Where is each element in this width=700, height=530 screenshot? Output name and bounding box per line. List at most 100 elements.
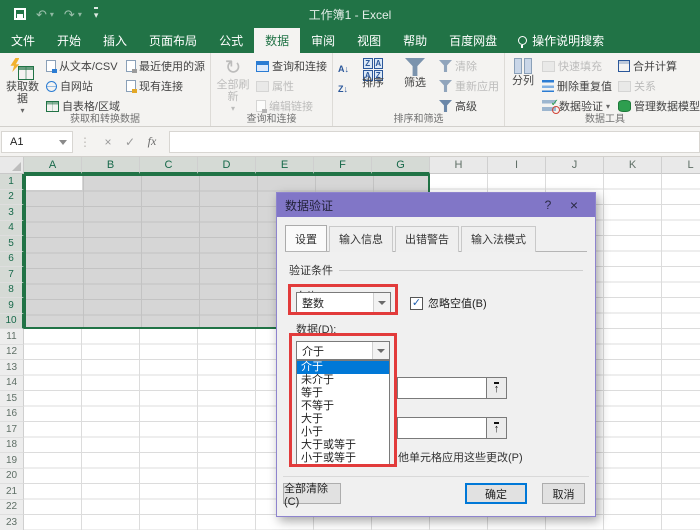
row-header[interactable]: 16 — [0, 407, 24, 423]
name-box-caret-icon[interactable] — [59, 140, 67, 145]
row-header[interactable]: 9 — [0, 298, 24, 314]
maximum-field[interactable]: ↑ — [397, 417, 507, 439]
allow-dropdown-icon[interactable] — [373, 293, 390, 312]
minimum-input[interactable] — [398, 378, 486, 398]
row-header[interactable]: 7 — [0, 267, 24, 283]
row-header[interactable]: 22 — [0, 500, 24, 516]
data-combobox[interactable]: 介于 — [296, 341, 390, 360]
row-header[interactable]: 5 — [0, 236, 24, 252]
apply-to-all-cells-label[interactable]: 他单元格应用这些更改(P) — [398, 449, 523, 465]
enter-entry-icon[interactable]: ✓ — [119, 135, 141, 149]
dialog-tab[interactable]: 设置 — [285, 225, 327, 251]
column-header[interactable]: C — [140, 157, 198, 174]
data-option-item[interactable]: 未介于 — [297, 374, 389, 387]
column-header[interactable]: F — [314, 157, 372, 174]
consolidate-button[interactable]: 合并计算 — [616, 57, 700, 75]
formula-input[interactable] — [169, 131, 700, 153]
collapse-dialog-icon[interactable]: ↑ — [486, 378, 506, 398]
active-cell[interactable] — [26, 176, 82, 190]
allow-combobox[interactable]: 整数 — [296, 292, 391, 313]
row-header[interactable]: 18 — [0, 438, 24, 454]
help-icon[interactable]: ? — [535, 198, 561, 212]
ribbon-tab[interactable]: 文件 — [0, 28, 46, 53]
queries-connections-button[interactable]: 查询和连接 — [254, 57, 329, 75]
cancel-entry-icon[interactable]: × — [97, 135, 119, 149]
flash-fill-button[interactable]: 快速填充 — [540, 57, 614, 75]
tell-me-search[interactable]: 操作说明搜索 — [508, 28, 614, 53]
undo-icon[interactable]: ↶ — [36, 8, 47, 21]
get-data-button[interactable]: 获取数据 ▾ — [3, 56, 42, 115]
close-icon[interactable]: × — [561, 197, 587, 213]
row-header[interactable]: 3 — [0, 205, 24, 221]
row-header[interactable]: 19 — [0, 453, 24, 469]
collapse-dialog-icon[interactable]: ↑ — [486, 418, 506, 438]
data-dropdown-icon[interactable] — [372, 342, 389, 359]
data-option-item[interactable]: 小于 — [297, 426, 389, 439]
remove-duplicates-button[interactable]: 删除重复值 — [540, 77, 614, 95]
dialog-tab[interactable]: 输入法模式 — [461, 226, 536, 252]
ribbon-tab[interactable]: 帮助 — [392, 28, 438, 53]
row-header[interactable]: 13 — [0, 360, 24, 376]
redo-caret-icon[interactable]: ▾ — [78, 10, 82, 19]
column-header[interactable]: H — [430, 157, 488, 174]
data-option-item[interactable]: 不等于 — [297, 400, 389, 413]
data-option-item[interactable]: 介于 — [297, 361, 389, 374]
column-header[interactable]: E — [256, 157, 314, 174]
undo-caret-icon[interactable]: ▾ — [50, 10, 54, 19]
sort-ascending-button[interactable]: A↓ — [336, 60, 351, 78]
data-option-item[interactable]: 大于 — [297, 413, 389, 426]
relationships-button[interactable]: 关系 — [616, 77, 700, 95]
column-header[interactable]: D — [198, 157, 256, 174]
minimum-field[interactable]: ↑ — [397, 377, 507, 399]
ribbon-tab[interactable]: 审阅 — [300, 28, 346, 53]
sort-button[interactable]: ZA AZ 排序 — [353, 56, 393, 89]
properties-button[interactable]: 属性 — [254, 77, 329, 95]
row-header[interactable]: 20 — [0, 469, 24, 485]
ribbon-tab[interactable]: 百度网盘 — [438, 28, 508, 53]
row-header[interactable]: 11 — [0, 329, 24, 345]
data-option-item[interactable]: 大于或等于 — [297, 439, 389, 452]
column-header[interactable]: K — [604, 157, 662, 174]
row-header[interactable]: 6 — [0, 252, 24, 268]
from-web-button[interactable]: 自网站 — [44, 77, 122, 95]
save-icon[interactable] — [14, 8, 26, 20]
ribbon-tab[interactable]: 视图 — [346, 28, 392, 53]
ok-button[interactable]: 确定 — [465, 483, 527, 504]
clear-all-button[interactable]: 全部清除(C) — [283, 483, 341, 504]
from-text-csv-button[interactable]: 从文本/CSV — [44, 57, 122, 75]
ribbon-tab[interactable]: 页面布局 — [138, 28, 208, 53]
data-options-list[interactable]: 介于未介于等于不等于大于小于大于或等于小于或等于 — [296, 360, 390, 466]
column-header[interactable]: B — [82, 157, 140, 174]
ribbon-tab[interactable]: 开始 — [46, 28, 92, 53]
ribbon-tab[interactable]: 数据 — [254, 28, 300, 53]
select-all-corner[interactable] — [0, 157, 24, 174]
insert-function-icon[interactable]: fx — [141, 134, 163, 149]
dialog-tab[interactable]: 输入信息 — [329, 226, 393, 252]
refresh-all-button[interactable]: ↻ 全部刷新 ▾ — [214, 56, 252, 113]
name-box[interactable]: A1 — [1, 131, 73, 153]
sort-descending-button[interactable]: Z↓ — [336, 80, 351, 98]
row-header[interactable]: 12 — [0, 345, 24, 361]
redo-icon[interactable]: ↷ — [64, 8, 75, 21]
column-header[interactable]: I — [488, 157, 546, 174]
row-header[interactable]: 23 — [0, 515, 24, 530]
column-header[interactable]: J — [546, 157, 604, 174]
row-header[interactable]: 21 — [0, 484, 24, 500]
customize-qat-icon[interactable]: ▾ — [94, 7, 99, 21]
column-header[interactable]: A — [24, 157, 82, 174]
clear-filter-button[interactable]: 清除 — [437, 57, 501, 75]
recent-sources-button[interactable]: 最近使用的源 — [124, 57, 207, 75]
row-header[interactable]: 2 — [0, 190, 24, 206]
filter-button[interactable]: 筛选 — [395, 56, 435, 89]
row-header[interactable]: 15 — [0, 391, 24, 407]
row-header[interactable]: 14 — [0, 376, 24, 392]
ribbon-tab[interactable]: 插入 — [92, 28, 138, 53]
row-header[interactable]: 8 — [0, 283, 24, 299]
column-header[interactable]: G — [372, 157, 430, 174]
row-header[interactable]: 17 — [0, 422, 24, 438]
row-header[interactable]: 10 — [0, 314, 24, 330]
column-header[interactable]: L — [662, 157, 700, 174]
dialog-tab[interactable]: 出错警告 — [395, 226, 459, 252]
row-header[interactable]: 4 — [0, 221, 24, 237]
row-header[interactable]: 1 — [0, 174, 24, 190]
